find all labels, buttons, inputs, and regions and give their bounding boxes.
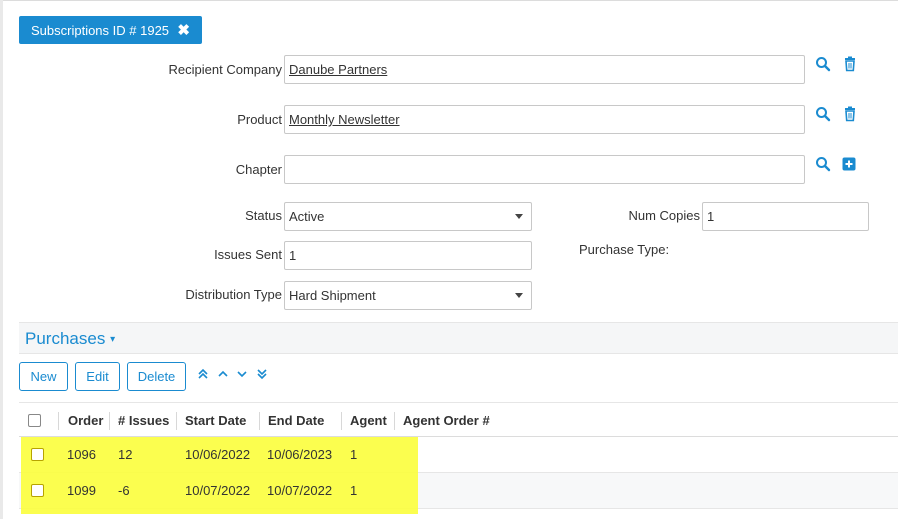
- column-header-agent-order[interactable]: Agent Order #: [403, 413, 490, 428]
- column-separator: [394, 412, 395, 430]
- subscription-title: Subscriptions ID # 1925: [31, 22, 170, 38]
- delete-button[interactable]: Delete: [127, 362, 186, 391]
- product-value[interactable]: Monthly Newsletter: [289, 112, 400, 127]
- num-copies-value: 1: [707, 209, 715, 224]
- cell-agent: 1: [350, 483, 358, 498]
- distribution-type-select[interactable]: Hard Shipment: [284, 281, 532, 310]
- purchases-title-dropdown[interactable]: Purchases ▾: [25, 329, 115, 349]
- column-separator: [176, 412, 177, 430]
- distribution-type-label: Distribution Type: [185, 287, 282, 302]
- trash-icon[interactable]: [842, 106, 858, 122]
- edit-button[interactable]: Edit: [75, 362, 120, 391]
- recipient-company-field[interactable]: Danube Partners: [284, 55, 805, 84]
- subscription-title-tag: Subscriptions ID # 1925 ✖: [19, 16, 202, 44]
- move-bottom-icon[interactable]: [255, 367, 269, 381]
- column-separator: [109, 412, 110, 430]
- search-icon[interactable]: [815, 56, 831, 72]
- select-all-checkbox[interactable]: [28, 414, 41, 427]
- purchase-type-label: Purchase Type:: [579, 242, 670, 257]
- cell-issues: 12: [118, 447, 133, 462]
- cell-start-date: 10/07/2022: [185, 483, 251, 498]
- cell-end-date: 10/07/2022: [267, 483, 333, 498]
- purchases-section-header: Purchases ▾: [19, 322, 898, 354]
- distribution-type-value: Hard Shipment: [289, 288, 376, 303]
- status-value: Active: [289, 209, 325, 224]
- cell-order: 1096: [67, 447, 96, 462]
- plus-square-icon[interactable]: [841, 156, 857, 172]
- column-header-start-date[interactable]: Start Date: [185, 413, 246, 428]
- close-icon[interactable]: ✖: [177, 21, 190, 39]
- column-separator: [259, 412, 260, 430]
- trash-icon[interactable]: [842, 56, 858, 72]
- chevron-down-icon: [515, 293, 523, 298]
- move-up-icon[interactable]: [216, 367, 230, 381]
- product-label: Product: [237, 112, 282, 127]
- issues-sent-label: Issues Sent: [214, 247, 282, 262]
- left-border: [0, 0, 3, 519]
- cell-start-date: 10/06/2022: [185, 447, 251, 462]
- num-copies-field[interactable]: 1: [702, 202, 869, 231]
- chevron-down-icon: [515, 214, 523, 219]
- dropdown-caret-icon: ▾: [110, 334, 116, 346]
- chapter-label: Chapter: [235, 162, 282, 177]
- search-icon[interactable]: [815, 156, 831, 172]
- cell-end-date: 10/06/2023: [267, 447, 333, 462]
- column-header-issues[interactable]: # Issues: [118, 413, 169, 428]
- move-down-icon[interactable]: [235, 367, 249, 381]
- search-icon[interactable]: [815, 106, 831, 122]
- row-checkbox[interactable]: [31, 484, 44, 497]
- cell-issues: -6: [118, 483, 130, 498]
- row-checkbox[interactable]: [31, 448, 44, 461]
- num-copies-label: Num Copies: [628, 208, 700, 223]
- column-separator: [341, 412, 342, 430]
- issues-sent-value: 1: [289, 248, 297, 263]
- issues-sent-field[interactable]: 1: [284, 241, 532, 270]
- recipient-company-label: Recipient Company: [168, 62, 282, 77]
- purchases-table-header: Order # Issues Start Date End Date Agent…: [19, 402, 898, 437]
- column-separator: [58, 412, 59, 430]
- chapter-field[interactable]: [284, 155, 805, 184]
- column-header-end-date[interactable]: End Date: [268, 413, 324, 428]
- new-button[interactable]: New: [19, 362, 68, 391]
- cell-agent: 1: [350, 447, 358, 462]
- top-border: [0, 0, 898, 3]
- column-header-agent[interactable]: Agent: [350, 413, 387, 428]
- move-top-icon[interactable]: [196, 367, 210, 381]
- product-field[interactable]: Monthly Newsletter: [284, 105, 805, 134]
- status-label: Status: [245, 208, 282, 223]
- column-header-order[interactable]: Order: [68, 413, 103, 428]
- purchases-title: Purchases: [25, 329, 106, 348]
- status-select[interactable]: Active: [284, 202, 532, 231]
- cell-order: 1099: [67, 483, 96, 498]
- recipient-company-value[interactable]: Danube Partners: [289, 62, 387, 77]
